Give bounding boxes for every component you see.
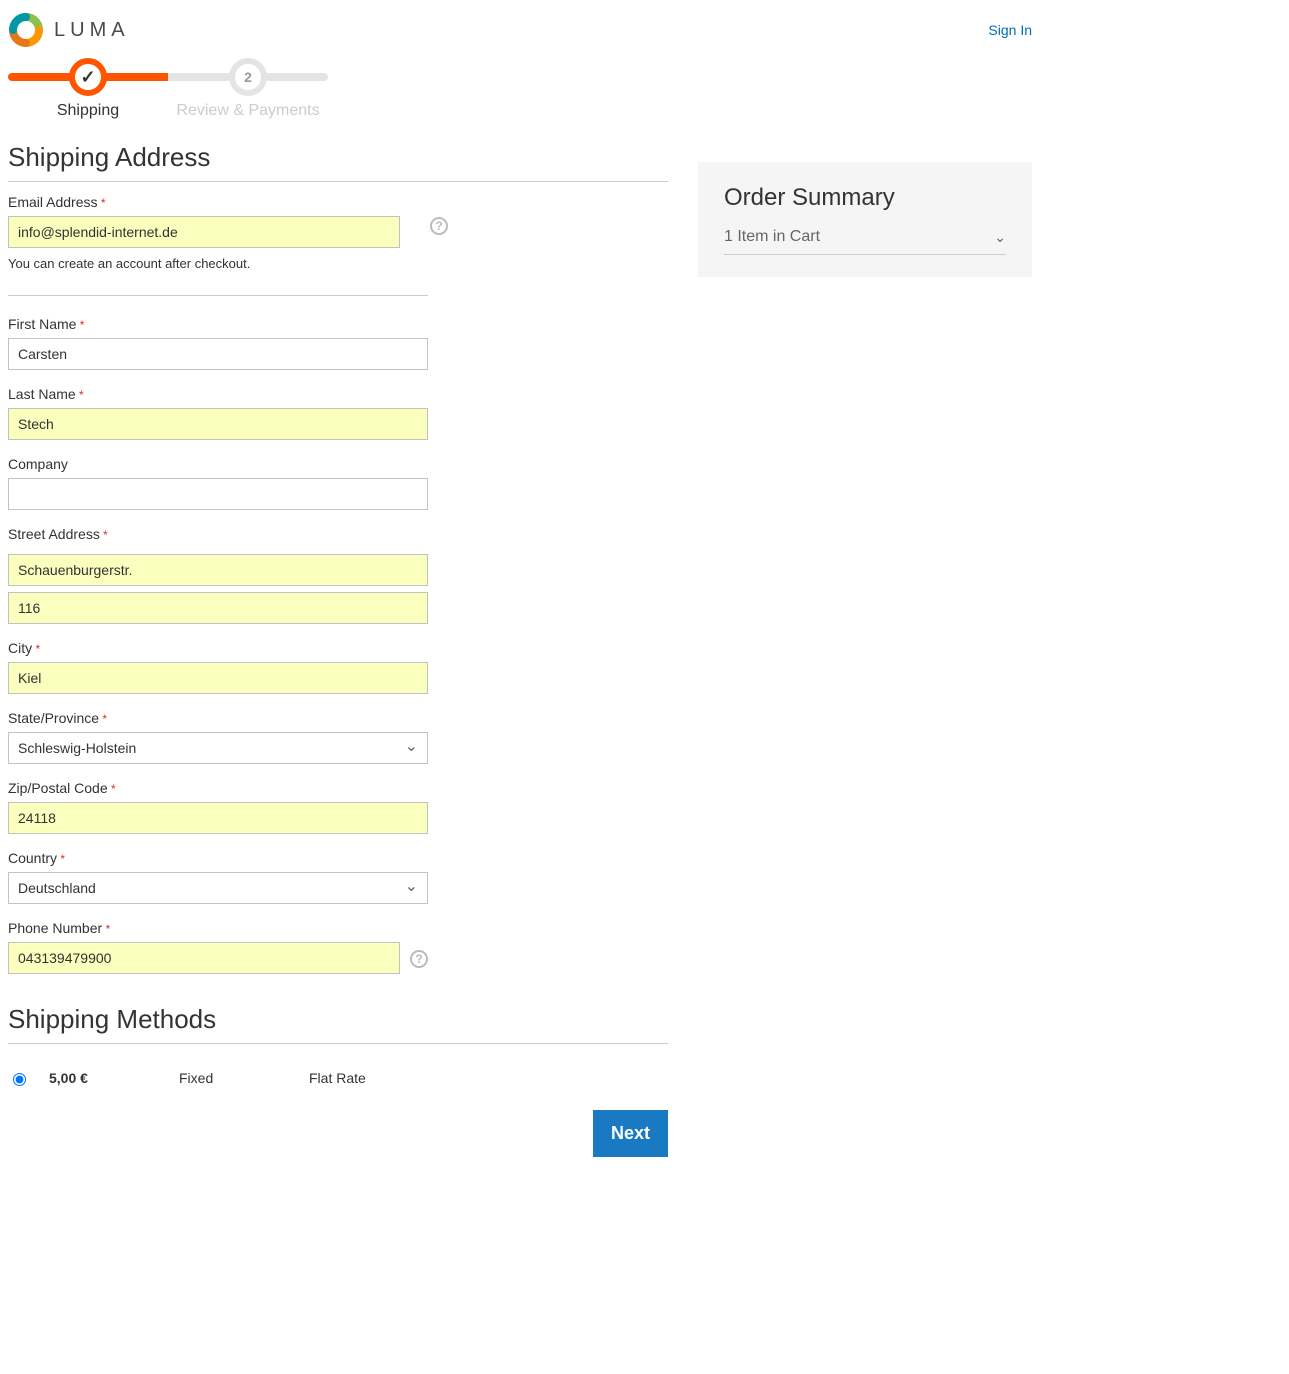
country-select[interactable]: Deutschland [8, 872, 428, 904]
email-label: Email Address [8, 194, 448, 210]
phone-label: Phone Number [8, 920, 428, 936]
phone-tooltip-icon[interactable]: ? [410, 950, 428, 968]
step-shipping-label: Shipping [8, 102, 168, 120]
email-tooltip-icon[interactable]: ? [430, 217, 448, 235]
email-field[interactable] [8, 216, 400, 248]
first-name-label: First Name [8, 316, 428, 332]
street-label: Street Address [8, 526, 428, 542]
luma-logo-icon [8, 12, 44, 48]
step-review-label: Review & Payments [168, 102, 328, 120]
first-name-field[interactable] [8, 338, 428, 370]
shipping-address-title: Shipping Address [8, 142, 668, 182]
company-label: Company [8, 456, 428, 472]
header: LUMA Sign In [8, 8, 1032, 58]
company-field[interactable] [8, 478, 428, 510]
email-note: You can create an account after checkout… [8, 256, 448, 271]
cart-items-toggle[interactable]: 1 Item in Cart ⌄ [724, 228, 1006, 255]
shipping-method-row[interactable]: 5,00 € Fixed Flat Rate [8, 1056, 668, 1100]
chevron-down-icon: ⌄ [994, 229, 1006, 246]
shipping-carrier: Flat Rate [309, 1070, 366, 1086]
zip-label: Zip/Postal Code [8, 780, 428, 796]
country-label: Country [8, 850, 428, 866]
cart-items-count: 1 Item in Cart [724, 228, 820, 246]
state-label: State/Province [8, 710, 428, 726]
shipping-methods-title: Shipping Methods [8, 1004, 668, 1044]
phone-field[interactable] [8, 942, 400, 974]
street-field-1[interactable] [8, 554, 428, 586]
zip-field[interactable] [8, 802, 428, 834]
city-label: City [8, 640, 428, 656]
street-field-2[interactable] [8, 592, 428, 624]
shipping-method-radio[interactable] [13, 1073, 26, 1086]
checkout-progress: Shipping 2 Review & Payments [8, 58, 328, 114]
next-button[interactable]: Next [593, 1110, 668, 1157]
logo-text: LUMA [54, 19, 130, 42]
city-field[interactable] [8, 662, 428, 694]
last-name-field[interactable] [8, 408, 428, 440]
state-select[interactable]: Schleswig-Holstein [8, 732, 428, 764]
shipping-type: Fixed [179, 1070, 289, 1086]
order-summary-title: Order Summary [724, 184, 1006, 212]
divider [8, 295, 428, 296]
sign-in-link[interactable]: Sign In [988, 22, 1032, 38]
logo[interactable]: LUMA [8, 12, 130, 48]
check-icon [80, 67, 95, 88]
shipping-price: 5,00 € [49, 1070, 159, 1086]
order-summary-sidebar: Order Summary 1 Item in Cart ⌄ [698, 162, 1032, 277]
last-name-label: Last Name [8, 386, 428, 402]
